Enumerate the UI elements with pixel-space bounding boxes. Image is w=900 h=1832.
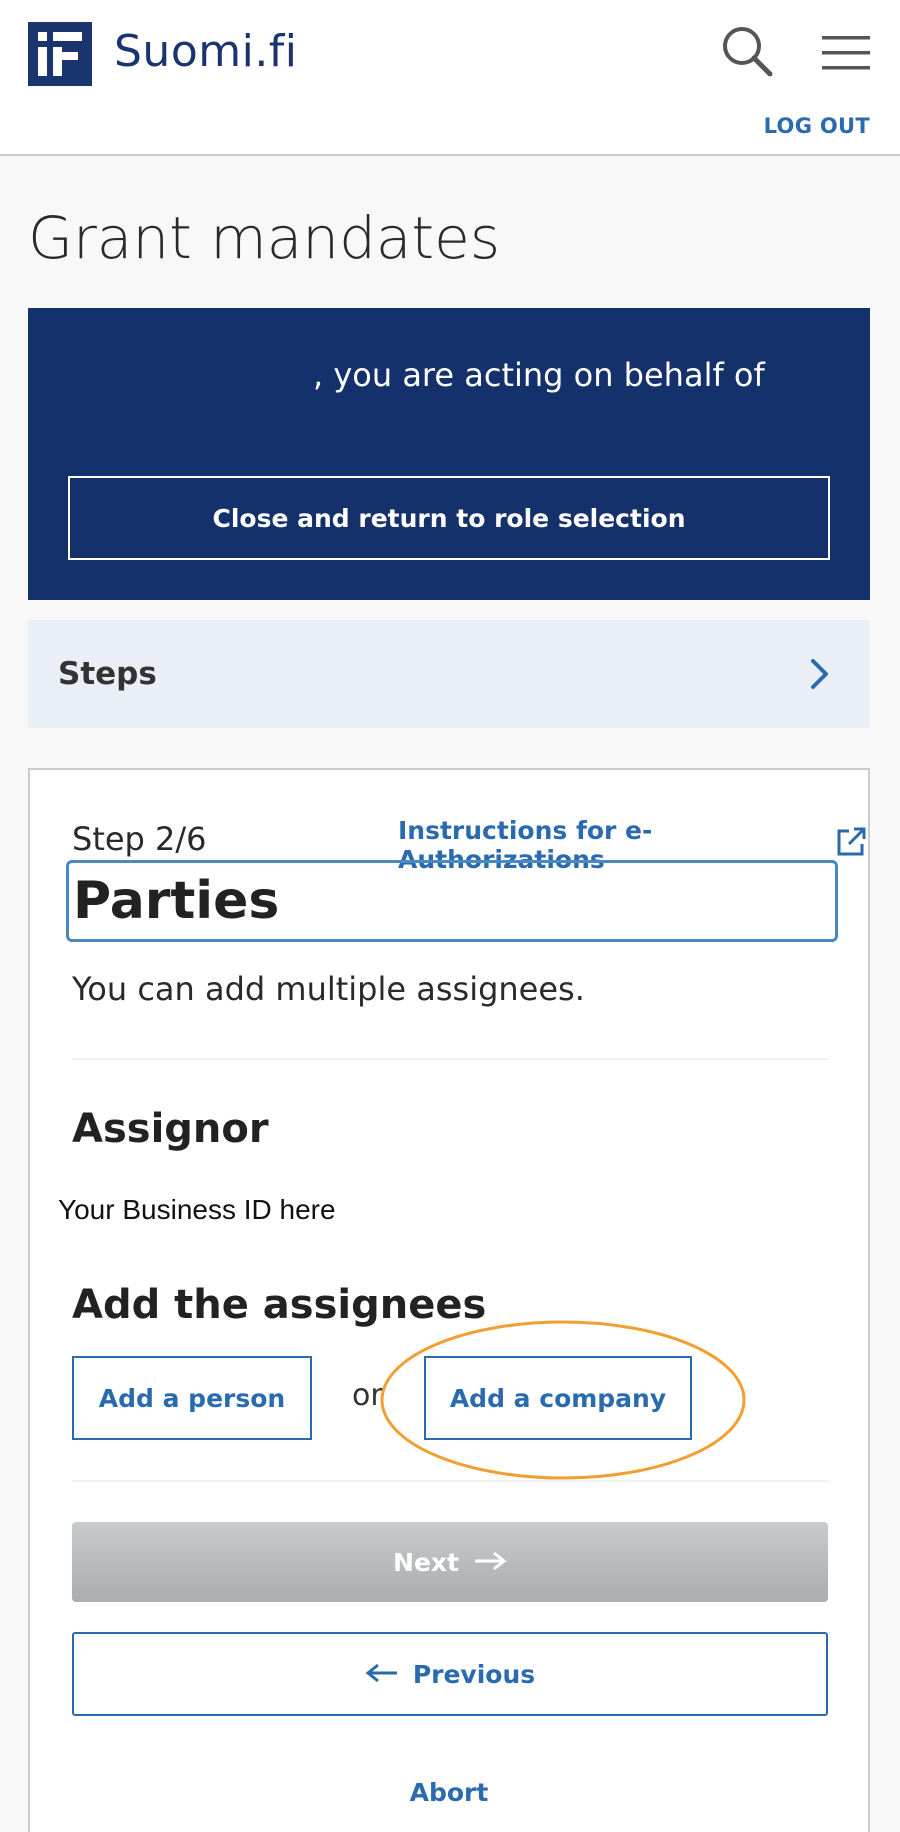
- page-title: Grant mandates: [28, 204, 501, 272]
- site-header: Suomi.fi LOG OUT: [0, 0, 900, 156]
- next-button[interactable]: Next: [72, 1522, 828, 1602]
- previous-button-label: Previous: [412, 1659, 536, 1689]
- role-banner: , you are acting on behalf of Close and …: [28, 308, 870, 600]
- logout-link[interactable]: LOG OUT: [764, 114, 870, 138]
- arrow-right-icon: [473, 1548, 507, 1577]
- divider: [72, 1058, 828, 1060]
- add-person-button[interactable]: Add a person: [72, 1356, 312, 1440]
- steps-accordion[interactable]: Steps: [28, 620, 870, 728]
- assignor-heading: Assignor: [72, 1106, 269, 1152]
- steps-label: Steps: [58, 656, 157, 692]
- close-return-role-button[interactable]: Close and return to role selection: [68, 476, 830, 560]
- external-link-icon: [834, 825, 868, 865]
- wizard-card: Step 2/6 Instructions for e-Authorizatio…: [28, 768, 870, 1832]
- or-separator: or: [352, 1378, 383, 1413]
- section-title: Parties: [73, 871, 280, 931]
- add-company-button[interactable]: Add a company: [424, 1356, 692, 1440]
- assignor-business-id: Your Business ID here: [58, 1194, 336, 1225]
- assignees-heading: Add the assignees: [72, 1282, 487, 1328]
- acting-on-behalf-text: , you are acting on behalf of: [313, 356, 765, 394]
- search-icon[interactable]: [718, 22, 778, 82]
- suomi-logo-icon[interactable]: [28, 22, 92, 86]
- hamburger-menu-icon[interactable]: [818, 28, 874, 78]
- chevron-right-icon: [808, 656, 832, 692]
- brand-name[interactable]: Suomi.fi: [114, 26, 298, 77]
- previous-button[interactable]: Previous: [72, 1632, 828, 1716]
- arrow-left-icon: [365, 1660, 399, 1689]
- divider: [72, 1480, 828, 1482]
- intro-text: You can add multiple assignees.: [72, 970, 585, 1008]
- next-button-label: Next: [393, 1547, 459, 1577]
- step-indicator: Step 2/6: [72, 820, 207, 858]
- abort-link[interactable]: Abort: [30, 1778, 868, 1807]
- section-title-focus-box: Parties: [66, 860, 838, 942]
